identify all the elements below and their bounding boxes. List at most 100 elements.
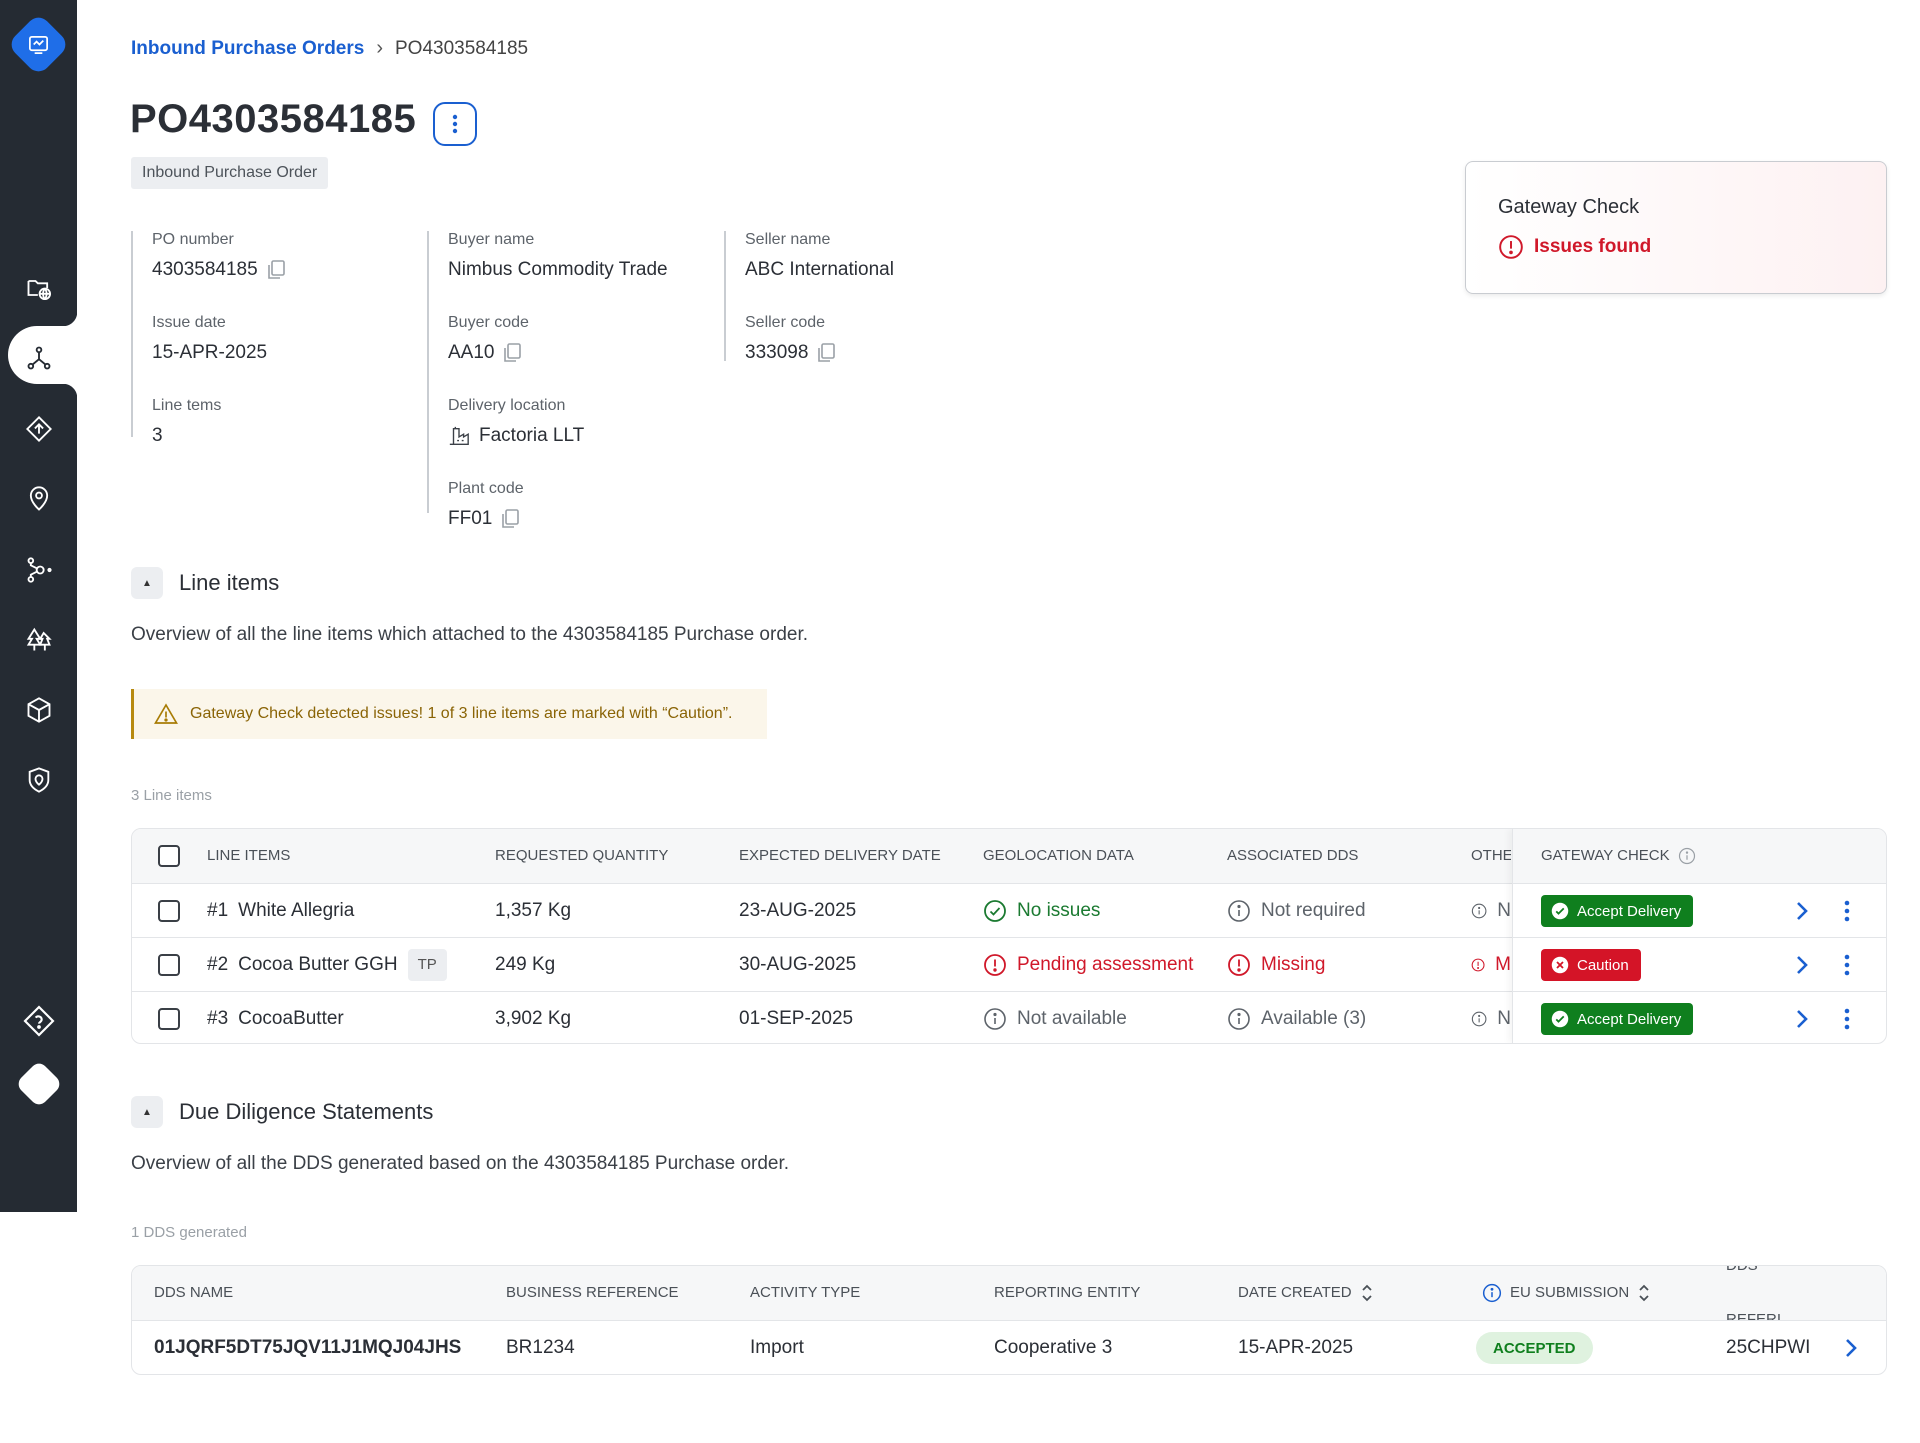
sort-icon[interactable] (1360, 1283, 1374, 1303)
gateway-check-status: Issues found (1498, 234, 1651, 260)
column-header[interactable]: OTHER (1471, 829, 1511, 883)
line-items-table: LINE ITEMS REQUESTED QUANTITY EXPECTED D… (131, 828, 1887, 1044)
line-item-number: #1 (207, 900, 229, 921)
factory-icon (449, 426, 469, 445)
column-header[interactable]: REPORTING ENTITY (994, 1266, 1140, 1320)
plant-code-text: FF01 (448, 508, 493, 529)
copy-icon[interactable] (267, 260, 285, 280)
seller-code-text: 333098 (745, 342, 809, 363)
column-header[interactable]: DDS NAME (154, 1266, 233, 1320)
column-header[interactable]: ASSOCIATED DDS (1227, 829, 1358, 883)
associated-dds-status: Missing (1261, 954, 1326, 975)
info-icon[interactable] (1482, 1283, 1502, 1303)
info-icon (1471, 1011, 1487, 1027)
user-avatar[interactable] (14, 1059, 64, 1109)
copy-icon[interactable] (501, 509, 520, 529)
sort-icon[interactable] (1637, 1283, 1651, 1303)
gateway-check-card[interactable]: Gateway Check Issues found (1465, 161, 1887, 294)
trees-icon (26, 627, 52, 651)
dds-name-cell[interactable]: 01JQRF5DT75JQV11J1MQJ04JHS (154, 1321, 461, 1374)
associated-dds-status: Available (3) (1261, 1008, 1367, 1029)
row-checkbox[interactable] (158, 1008, 180, 1030)
info-icon (1471, 903, 1487, 919)
app-logo[interactable] (6, 12, 71, 77)
delivery-date-cell: 30-AUG-2025 (739, 954, 857, 975)
nav-locations[interactable] (19, 479, 59, 519)
network-icon (27, 346, 51, 370)
quantity-cell: 3,902 Kg (495, 1008, 572, 1029)
eu-submission-column-header[interactable]: EU SUBMISSION (1482, 1266, 1651, 1320)
row-checkbox[interactable] (158, 900, 180, 922)
issue-date-label: Issue date (152, 314, 226, 331)
quantity-cell: 249 Kg (495, 954, 556, 975)
error-circle-icon (1471, 958, 1485, 972)
geolocation-status: Not available (1017, 1008, 1127, 1029)
collapse-line-items-button[interactable]: ▲ (131, 567, 163, 599)
gateway-warning-alert: Gateway Check detected issues! 1 of 3 li… (131, 689, 767, 739)
page-title: PO4303584185 (130, 97, 417, 141)
chevron-right-icon: › (376, 37, 383, 59)
table-row[interactable]: 01JQRF5DT75JQV11J1MQJ04JHS BR1234 Import… (132, 1320, 1886, 1374)
check-circle-icon (984, 900, 1006, 922)
eu-submission-header-text: EU SUBMISSION (1510, 1284, 1630, 1301)
upload-icon (26, 416, 52, 442)
line-item-name: Cocoa Butter GGH (238, 954, 398, 975)
copy-icon[interactable] (817, 343, 836, 363)
delivery-location-value: Factoria LLT (448, 425, 668, 447)
nav-compliance[interactable] (19, 760, 59, 800)
nav-global-files[interactable] (19, 268, 59, 308)
nav-routes[interactable] (19, 550, 59, 590)
help-icon (23, 1005, 55, 1037)
nav-forest[interactable] (19, 620, 59, 660)
date-created-cell: 15-APR-2025 (1238, 1337, 1354, 1358)
info-icon (1228, 900, 1250, 922)
line-item-cell: #2 Cocoa Butter GGH TP (207, 938, 447, 992)
info-icon (1228, 1008, 1250, 1030)
line-items-count: 3 Line items (131, 787, 212, 804)
sticky-column-divider (1512, 829, 1886, 1043)
column-header[interactable]: REQUESTED QUANTITY (495, 829, 668, 883)
gateway-check-status-text: Issues found (1534, 236, 1652, 257)
nav-products[interactable] (19, 690, 59, 730)
folder-globe-icon (27, 280, 52, 301)
issue-date-value: 15-APR-2025 (152, 342, 268, 363)
select-all-checkbox[interactable] (158, 845, 180, 867)
other-status: M (1495, 954, 1511, 975)
error-circle-icon (1499, 235, 1523, 259)
line-item-cell: #1 White Allegria (207, 884, 354, 938)
date-created-column-header[interactable]: DATE CREATED (1238, 1266, 1374, 1320)
column-header[interactable]: ACTIVITY TYPE (750, 1266, 860, 1320)
delivery-location-text: Factoria LLT (479, 425, 585, 446)
breadcrumb-parent-link[interactable]: Inbound Purchase Orders (131, 38, 364, 60)
nav-supply-network[interactable] (19, 338, 59, 378)
line-item-name: CocoaButter (238, 1008, 344, 1029)
dds-count: 1 DDS generated (131, 1224, 247, 1241)
line-item-number: #3 (207, 1008, 229, 1029)
collapse-dds-button[interactable]: ▲ (131, 1096, 163, 1128)
line-item-cell: #3 CocoaButter (207, 992, 344, 1043)
more-actions-button[interactable] (433, 102, 477, 146)
select-all-cell (158, 829, 180, 883)
column-header[interactable]: GEOLOCATION DATA (983, 829, 1134, 883)
dds-reference-cell: 25CHPWI (1726, 1337, 1811, 1358)
chevron-right-icon[interactable] (1844, 1337, 1858, 1359)
copy-icon[interactable] (503, 343, 522, 363)
line-items-section-header: ▲ Line items (131, 567, 279, 599)
column-header[interactable]: EXPECTED DELIVERY DATE (739, 829, 941, 883)
associated-dds-cell: Not required (1227, 884, 1366, 938)
column-header[interactable]: DDS REFERI (1726, 1266, 1814, 1320)
line-items-label: Line tems (152, 397, 222, 414)
sidebar (0, 0, 77, 1212)
info-icon (984, 1008, 1006, 1030)
other-status: N (1497, 1008, 1511, 1029)
nav-help[interactable] (19, 1001, 59, 1041)
column-header[interactable]: BUSINESS REFERENCE (506, 1266, 679, 1320)
column-header[interactable]: LINE ITEMS (207, 829, 290, 883)
nav-upload[interactable] (19, 409, 59, 449)
eu-submission-cell: ACCEPTED (1476, 1321, 1593, 1374)
row-checkbox[interactable] (158, 954, 180, 976)
seller-name-value: ABC International (745, 259, 894, 280)
table-header: DDS NAME BUSINESS REFERENCE ACTIVITY TYP… (132, 1266, 1886, 1320)
row-select-cell (158, 884, 180, 938)
line-items-value: 3 (152, 425, 163, 446)
